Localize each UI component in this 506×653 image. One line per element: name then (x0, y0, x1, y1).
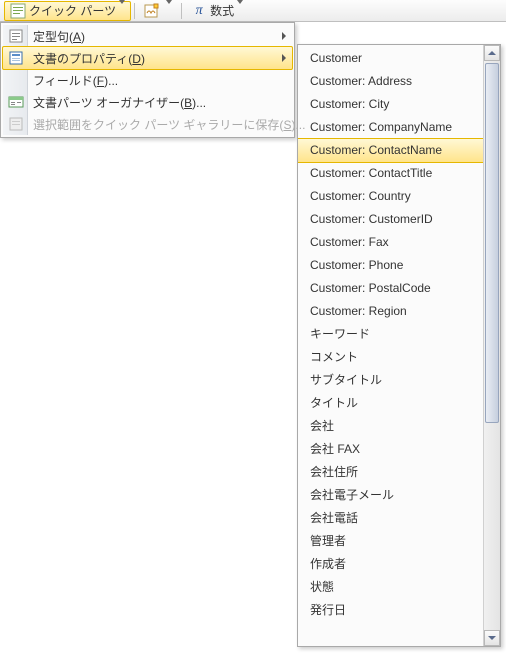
equation-button[interactable]: π 数式 (185, 1, 249, 21)
menu-item-label: 定型句(A) (33, 28, 85, 45)
submenu-arrow-icon (282, 54, 286, 62)
menu-item[interactable]: 定型句(A) (3, 25, 292, 47)
submenu-item[interactable]: Customer: CustomerID (298, 208, 483, 231)
submenu-item[interactable]: タイトル (298, 392, 483, 415)
submenu-item[interactable]: キーワード (298, 323, 483, 346)
submenu-item[interactable]: サブタイトル (298, 369, 483, 392)
submenu-item[interactable]: Customer: ContactName (298, 138, 483, 163)
signature-icon (144, 3, 160, 19)
submenu-scrollbar[interactable] (483, 45, 500, 646)
submenu-item[interactable]: 会社住所 (298, 461, 483, 484)
submenu-item[interactable]: Customer: Region (298, 300, 483, 323)
quick-parts-menu: 定型句(A) 文書のプロパティ(D) フィールド(F)... 文書パーツ オーガナイザ… (0, 22, 295, 138)
submenu-item[interactable]: 会社 FAX (298, 438, 483, 461)
signature-line-button[interactable] (138, 1, 178, 21)
menu-item-label: 文書のプロパティ(D) (33, 50, 145, 67)
dropdown-caret (119, 4, 125, 18)
submenu-item[interactable]: 管理者 (298, 530, 483, 553)
field-icon (5, 70, 27, 90)
submenu-item[interactable]: 会社電子メール (298, 484, 483, 507)
quick-parts-label: クイック パーツ (29, 2, 116, 19)
chevron-up-icon (488, 51, 496, 55)
submenu-item[interactable]: 状態 (298, 576, 483, 599)
submenu-item[interactable]: Customer (298, 47, 483, 70)
submenu-item[interactable]: Customer: Country (298, 185, 483, 208)
ribbon-toolbar: クイック パーツ π 数式 (0, 0, 506, 22)
submenu-item[interactable]: 作成者 (298, 553, 483, 576)
quick-parts-button[interactable]: クイック パーツ (4, 1, 131, 21)
save-sel-icon (5, 114, 27, 134)
submenu-item[interactable]: Customer: CompanyName (298, 116, 483, 139)
organizer-icon (5, 92, 27, 112)
submenu-item[interactable]: Customer: City (298, 93, 483, 116)
document-property-submenu: CustomerCustomer: AddressCustomer: CityC… (297, 44, 501, 647)
submenu-item[interactable]: コメント (298, 346, 483, 369)
pi-icon: π (191, 3, 207, 19)
toolbar-separator (134, 3, 135, 19)
doc-prop-icon (5, 48, 27, 68)
menu-item-label: 文書パーツ オーガナイザー(B)... (33, 94, 206, 111)
submenu-item[interactable]: Customer: Phone (298, 254, 483, 277)
submenu-item[interactable]: Customer: Fax (298, 231, 483, 254)
scroll-thumb[interactable] (485, 63, 499, 423)
quick-parts-icon (10, 3, 26, 19)
submenu-item[interactable]: 発行日 (298, 599, 483, 622)
scroll-down-button[interactable] (484, 630, 500, 646)
submenu-item[interactable]: 会社 (298, 415, 483, 438)
menu-item-label: 選択範囲をクイック パーツ ギャラリーに保存(S)... (33, 116, 305, 133)
submenu-item[interactable]: Customer: Address (298, 70, 483, 93)
autotext-icon (5, 26, 27, 46)
menu-item[interactable]: 文書パーツ オーガナイザー(B)... (3, 91, 292, 113)
submenu-item[interactable]: 会社電話 (298, 507, 483, 530)
menu-item: 選択範囲をクイック パーツ ギャラリーに保存(S)... (3, 113, 292, 135)
scroll-up-button[interactable] (484, 45, 500, 61)
toolbar-separator (181, 3, 182, 19)
submenu-list: CustomerCustomer: AddressCustomer: CityC… (298, 45, 483, 646)
equation-label: 数式 (210, 2, 234, 19)
chevron-down-icon (488, 636, 496, 640)
dropdown-caret (237, 4, 243, 18)
submenu-item[interactable]: Customer: PostalCode (298, 277, 483, 300)
menu-item[interactable]: フィールド(F)... (3, 69, 292, 91)
menu-item-label: フィールド(F)... (33, 72, 118, 89)
menu-item[interactable]: 文書のプロパティ(D) (2, 46, 293, 70)
submenu-item[interactable]: Customer: ContactTitle (298, 162, 483, 185)
dropdown-caret (166, 4, 172, 18)
submenu-arrow-icon (282, 32, 286, 40)
